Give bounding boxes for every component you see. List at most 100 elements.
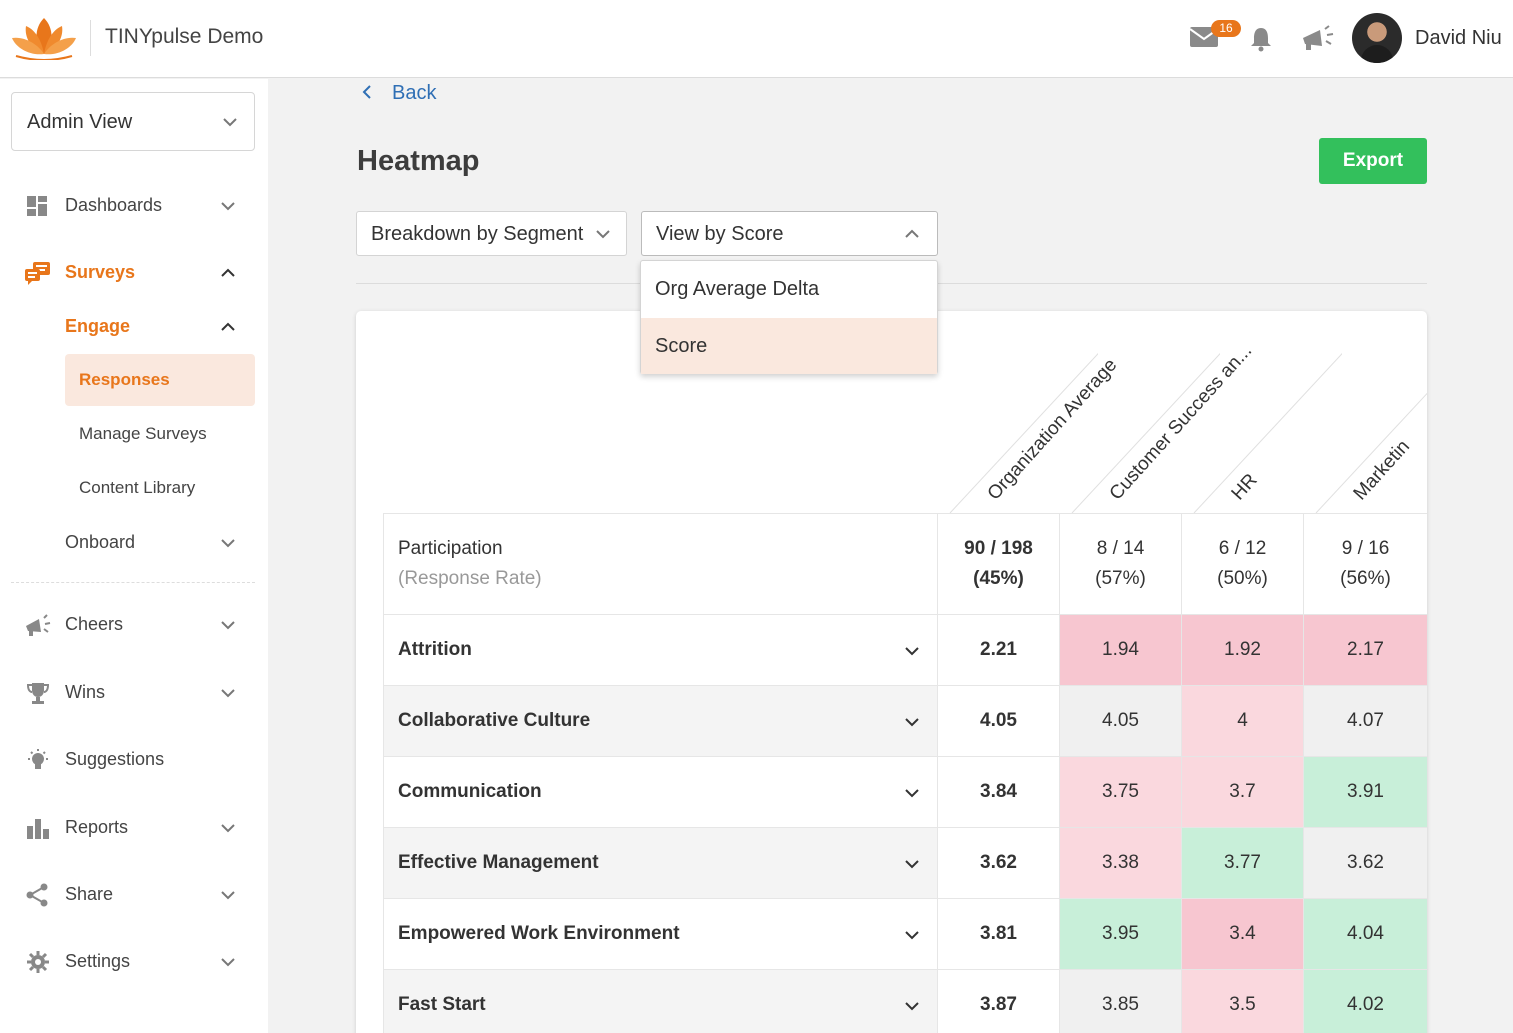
participation-count: 8 / 14 — [1096, 538, 1145, 559]
bell-icon[interactable] — [1249, 26, 1273, 52]
sidebar-item-dashboards[interactable]: Dashboards — [0, 186, 268, 226]
sidebar-item-label: Manage Surveys — [79, 424, 207, 443]
row-label: Empowered Work Environment — [398, 923, 680, 944]
heatmap-cell: 1.94 — [1059, 614, 1182, 686]
cheers-megaphone-icon[interactable] — [1300, 22, 1336, 52]
megaphone-icon — [26, 614, 51, 636]
bar-chart-icon — [27, 819, 49, 839]
row-label-cell[interactable]: Communication — [383, 756, 938, 828]
heatmap-row[interactable]: Collaborative Culture 4.05 4.05 4 4.07 — [383, 685, 1427, 757]
lotus-logo-icon[interactable] — [10, 14, 78, 60]
view-mode-select[interactable]: Admin View — [11, 92, 255, 151]
sidebar-item-label: Wins — [65, 682, 105, 702]
brand-name[interactable]: TINYpulse Demo — [105, 25, 263, 49]
chevron-down-icon[interactable] — [904, 646, 920, 656]
sidebar-item-label: Cheers — [65, 614, 124, 634]
chevron-down-icon[interactable] — [904, 717, 920, 727]
surveys-icon — [25, 262, 50, 285]
sidebar-item-onboard[interactable]: Onboard — [0, 523, 268, 563]
avatar[interactable] — [1352, 13, 1402, 63]
sidebar-item-label: Content Library — [79, 478, 196, 497]
sidebar-item-suggestions[interactable]: Suggestions — [0, 740, 268, 780]
chevron-down-icon — [596, 230, 610, 239]
chevron-down-icon[interactable] — [904, 1001, 920, 1011]
breakdown-select-value: Breakdown by Segment — [371, 223, 584, 245]
heatmap-cell: 3.75 — [1059, 756, 1182, 828]
sidebar-item-manage-surveys[interactable]: Manage Surveys — [65, 408, 255, 460]
heatmap-cell: 3.38 — [1059, 827, 1182, 899]
back-link[interactable]: Back — [362, 82, 436, 105]
heatmap-table: Participation (Response Rate) 90 / 198 (4… — [383, 513, 1427, 1033]
heatmap-cell: 1.92 — [1181, 614, 1304, 686]
sidebar-item-label: Share — [65, 884, 114, 904]
page-title: Heatmap — [357, 145, 480, 177]
heatmap-cell: 3.91 — [1303, 756, 1427, 828]
org-average-cell: 3.84 — [937, 756, 1060, 828]
column-header-hr[interactable]: HR — [1182, 311, 1342, 513]
row-label: Effective Management — [398, 852, 599, 873]
chevron-up-icon — [221, 322, 235, 331]
breakdown-select[interactable]: Breakdown by Segment — [356, 211, 627, 256]
gear-icon — [27, 951, 49, 973]
row-label-cell[interactable]: Effective Management — [383, 827, 938, 899]
heatmap-cell: 3.4 — [1181, 898, 1304, 970]
brand-divider — [90, 20, 91, 56]
sidebar-item-content-library[interactable]: Content Library — [65, 462, 255, 514]
heatmap-cell: 3.77 — [1181, 827, 1304, 899]
heatmap-row[interactable]: Fast Start 3.87 3.85 3.5 4.02 — [383, 969, 1427, 1033]
sidebar-item-surveys[interactable]: Surveys — [0, 253, 268, 293]
row-label-cell[interactable]: Attrition — [383, 614, 938, 686]
participation-count: 9 / 16 — [1341, 538, 1390, 559]
export-button[interactable]: Export — [1319, 138, 1427, 184]
heatmap-card: Organization Average Customer Success an… — [356, 311, 1427, 1033]
share-icon — [26, 883, 48, 907]
org-average-cell: 2.21 — [937, 614, 1060, 686]
chevron-down-icon[interactable] — [904, 930, 920, 940]
view-option-org-average-delta[interactable]: Org Average Delta — [641, 261, 937, 317]
top-bar: TINYpulse Demo 16 David Niu — [0, 0, 1513, 78]
heatmap-cell: 2.17 — [1303, 614, 1427, 686]
sidebar-item-label: Suggestions — [65, 749, 165, 769]
participation-rate: (45%) — [973, 568, 1024, 589]
row-label-cell[interactable]: Collaborative Culture — [383, 685, 938, 757]
participation-cell: 6 / 12 (50%) — [1181, 513, 1304, 615]
sidebar-item-label: Reports — [65, 817, 129, 837]
org-average-cell: 4.05 — [937, 685, 1060, 757]
sidebar-item-share[interactable]: Share — [0, 875, 268, 915]
row-label-cell[interactable]: Empowered Work Environment — [383, 898, 938, 970]
column-header-marketing[interactable]: Marketin — [1304, 311, 1427, 513]
heatmap-row[interactable]: Effective Management 3.62 3.38 3.77 3.62 — [383, 827, 1427, 899]
sidebar-item-wins[interactable]: Wins — [0, 673, 268, 713]
chevron-down-icon[interactable] — [904, 859, 920, 869]
chevron-down-icon — [221, 689, 235, 698]
participation-cell: 9 / 16 (56%) — [1303, 513, 1427, 615]
sidebar-item-reports[interactable]: Reports — [0, 808, 268, 848]
row-label: Attrition — [398, 639, 472, 660]
sidebar-item-label: Settings — [65, 951, 131, 971]
heatmap-row[interactable]: Empowered Work Environment 3.81 3.95 3.4 4.0… — [383, 898, 1427, 970]
sidebar-item-responses[interactable]: Responses — [65, 354, 255, 406]
column-header-org-average[interactable]: Organization Average — [938, 311, 1121, 513]
view-mode-label: Admin View — [27, 111, 133, 133]
org-average-cell: 3.87 — [937, 969, 1060, 1033]
row-label-cell[interactable]: Fast Start — [383, 969, 938, 1033]
chevron-up-icon — [221, 268, 235, 277]
participation-rate: (57%) — [1095, 568, 1146, 589]
heatmap-row[interactable]: Attrition 2.21 1.94 1.92 2.17 — [383, 614, 1427, 686]
participation-rate: (56%) — [1340, 568, 1391, 589]
sidebar-item-settings[interactable]: Settings — [0, 942, 268, 982]
user-name[interactable]: David Niu — [1415, 27, 1502, 50]
org-average-cell: 3.62 — [937, 827, 1060, 899]
participation-cell: 8 / 14 (57%) — [1059, 513, 1182, 615]
sidebar-item-cheers[interactable]: Cheers — [0, 605, 268, 645]
heatmap-cell: 3.5 — [1181, 969, 1304, 1033]
view-option-score[interactable]: Score — [641, 318, 937, 374]
sidebar-item-label: Responses — [79, 370, 170, 389]
column-header-customer-success[interactable]: Customer Success an... — [1060, 311, 1256, 513]
row-label: Fast Start — [398, 994, 486, 1015]
chevron-down-icon[interactable] — [904, 788, 920, 798]
sidebar-item-engage[interactable]: Engage — [0, 307, 268, 347]
heatmap-row[interactable]: Communication 3.84 3.75 3.7 3.91 — [383, 756, 1427, 828]
view-select[interactable]: View by Score — [641, 211, 938, 256]
heatmap-cell: 3.7 — [1181, 756, 1304, 828]
